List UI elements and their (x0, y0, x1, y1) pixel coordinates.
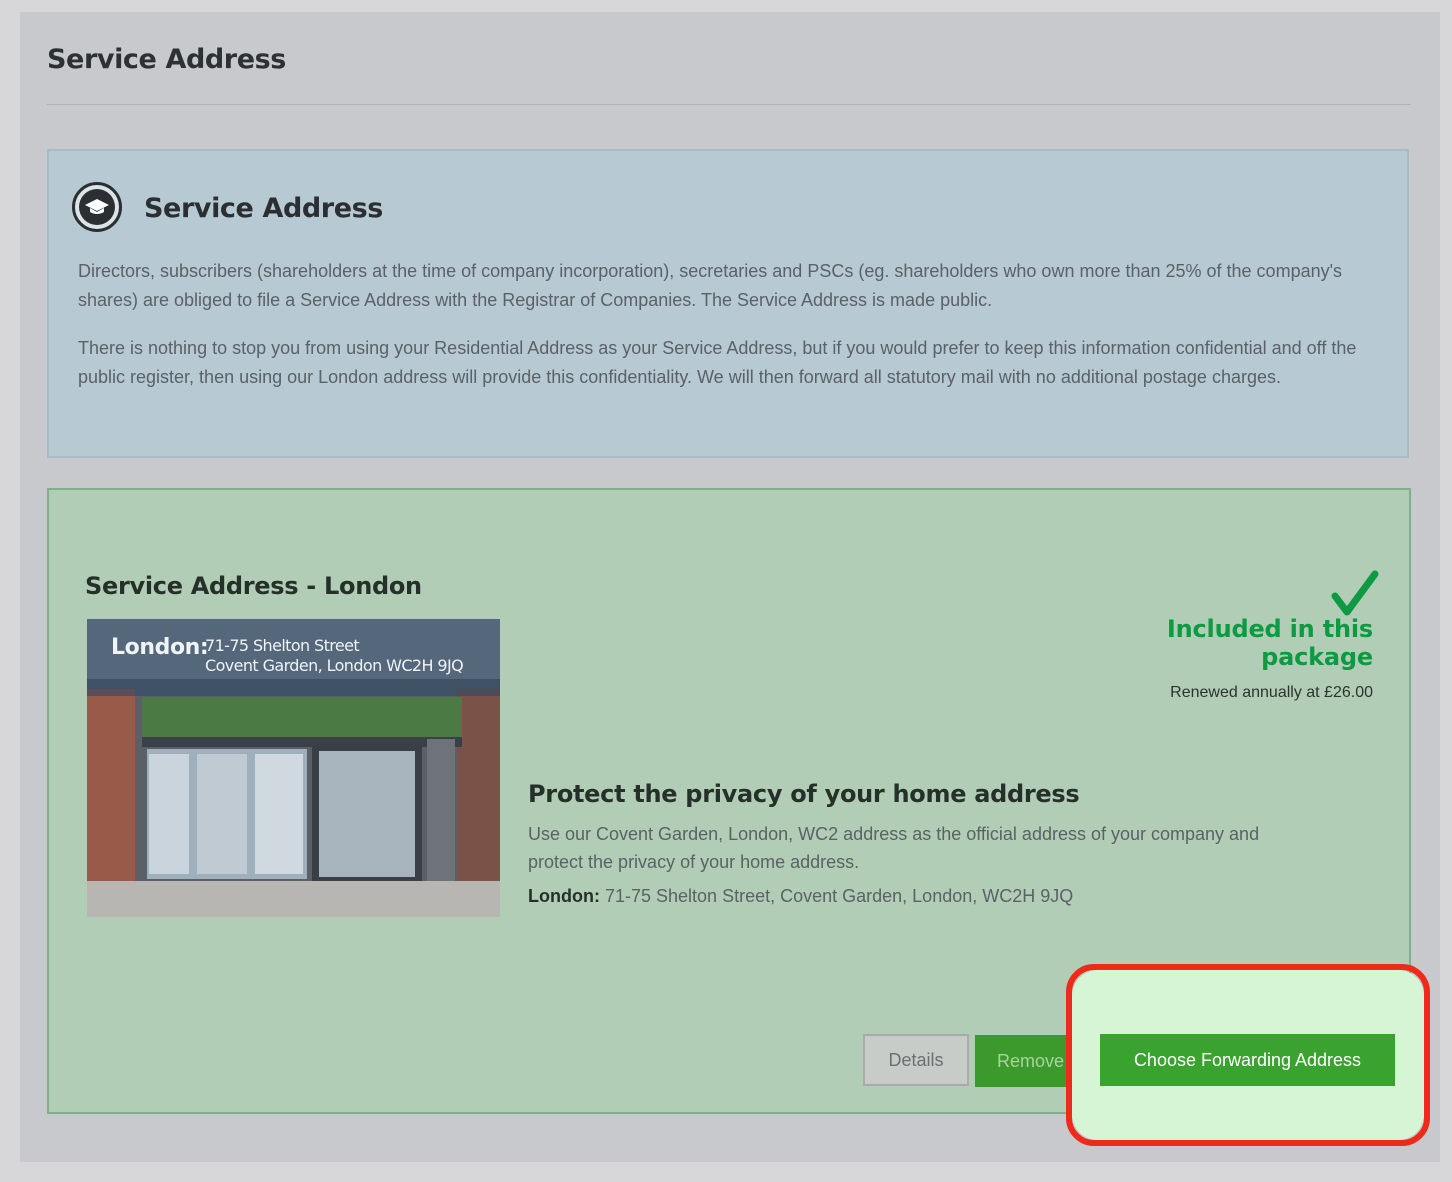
london-address: London: 71-75 Shelton Street, Covent Gar… (528, 886, 1073, 907)
graduation-cap-icon (72, 182, 122, 232)
details-button[interactable]: Details (863, 1034, 969, 1086)
renewal-price: Renewed annually at £26.00 (1170, 684, 1373, 701)
photo-address-line-1: 71-75 Shelton Street (205, 636, 360, 655)
page-title: Service Address (47, 44, 286, 75)
address-label: London: (528, 886, 600, 906)
protect-description: Use our Covent Garden, London, WC2 addre… (528, 824, 1260, 872)
choose-forwarding-address-button[interactable]: Choose Forwarding Address (1100, 1034, 1395, 1086)
checkmark-icon (1331, 570, 1379, 616)
address-value: 71-75 Shelton Street, Covent Garden, Lon… (604, 886, 1074, 906)
info-paragraph-1: Directors, subscribers (shareholders at … (78, 261, 1343, 310)
photo-city: London: (111, 635, 209, 660)
divider (47, 104, 1411, 105)
office-photo: London: 71-75 Shelton Street Covent Gard… (87, 619, 500, 917)
photo-address-line-2: Covent Garden, London WC2H 9JQ (205, 656, 464, 675)
included-label: Included in this package (1166, 615, 1373, 671)
info-panel: Service Address Directors, subscribers (… (47, 149, 1409, 458)
photo-caption: London: 71-75 Shelton Street Covent Gard… (87, 619, 500, 696)
protect-heading: Protect the privacy of your home address (528, 780, 1080, 808)
info-paragraph-2: There is nothing to stop you from using … (78, 338, 1357, 387)
product-heading: Service Address - London (85, 572, 422, 600)
info-heading: Service Address (144, 193, 383, 224)
